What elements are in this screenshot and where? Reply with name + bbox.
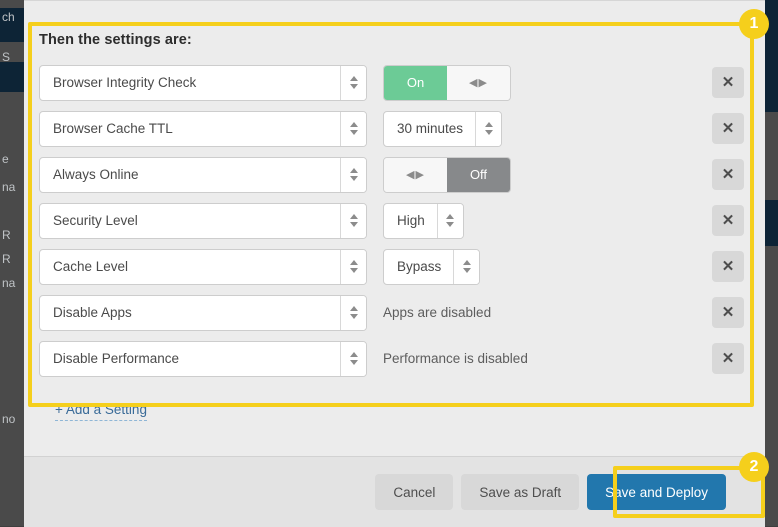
setting-toggle[interactable]: ◀▶ Off	[383, 156, 511, 193]
modal-footer: Cancel Save as Draft Save and Deploy	[24, 456, 765, 527]
stepper-arrows-icon[interactable]	[436, 203, 463, 238]
setting-value-text: Bypass	[397, 259, 442, 274]
cancel-button[interactable]: Cancel	[375, 474, 454, 510]
stepper-arrows-icon[interactable]	[340, 341, 366, 376]
setting-name-value: Cache Level	[53, 259, 129, 274]
setting-row: Security Level High ✕	[30, 202, 758, 239]
delete-setting-button[interactable]: ✕	[712, 113, 744, 144]
setting-row: Disable Performance Performance is disab…	[30, 340, 758, 377]
stepper-arrows-icon[interactable]	[340, 249, 366, 284]
nav-band	[765, 200, 778, 246]
setting-value-cell: High	[383, 202, 712, 239]
bg-nav-fragment: ch	[2, 10, 15, 24]
delete-setting-button[interactable]: ✕	[712, 205, 744, 236]
setting-status-text: Apps are disabled	[383, 305, 492, 320]
delete-setting-button[interactable]: ✕	[712, 67, 744, 98]
setting-name-value: Browser Cache TTL	[53, 121, 173, 136]
setting-value-cell: On ◀▶	[383, 64, 712, 101]
setting-name-select[interactable]: Always Online	[39, 156, 367, 193]
stepper-arrows-icon[interactable]	[453, 249, 480, 284]
setting-name-value: Always Online	[53, 167, 139, 182]
delete-setting-button[interactable]: ✕	[712, 159, 744, 190]
setting-name-select[interactable]: Cache Level	[39, 248, 367, 285]
annotation-badge-1: 1	[739, 9, 769, 39]
page-backdrop-right	[765, 0, 778, 526]
bg-nav-fragment: R	[2, 252, 11, 266]
delete-setting-button[interactable]: ✕	[712, 297, 744, 328]
bg-nav-fragment: no	[2, 412, 16, 426]
stepper-arrows-icon[interactable]	[340, 203, 366, 238]
delete-setting-button[interactable]: ✕	[712, 343, 744, 374]
save-and-deploy-button[interactable]: Save and Deploy	[587, 474, 726, 510]
setting-name-select[interactable]: Browser Cache TTL	[39, 110, 367, 147]
settings-panel: Then the settings are: Browser Integrity…	[30, 21, 758, 411]
setting-value-select[interactable]: Bypass	[383, 248, 481, 285]
add-setting-link[interactable]: + Add a Setting	[55, 402, 147, 421]
setting-name-select[interactable]: Disable Performance	[39, 340, 367, 377]
save-as-draft-button[interactable]: Save as Draft	[461, 474, 580, 510]
setting-value-select[interactable]: 30 minutes	[383, 110, 503, 147]
setting-toggle[interactable]: On ◀▶	[383, 64, 511, 101]
setting-status-text: Performance is disabled	[383, 351, 528, 366]
setting-name-value: Disable Apps	[53, 305, 132, 320]
setting-name-value: Disable Performance	[53, 351, 180, 366]
setting-value-cell: 30 minutes	[383, 110, 712, 147]
setting-value-cell: Performance is disabled	[383, 351, 712, 366]
setting-row: Browser Integrity Check On ◀▶ ✕	[30, 64, 758, 101]
setting-name-value: Browser Integrity Check	[53, 75, 197, 90]
setting-name-select[interactable]: Security Level	[39, 202, 367, 239]
toggle-handle[interactable]: ◀▶	[384, 157, 447, 192]
bg-nav-fragment: R	[2, 228, 11, 242]
setting-row: Browser Cache TTL 30 minutes ✕	[30, 110, 758, 147]
stepper-arrows-icon[interactable]	[340, 65, 366, 100]
nav-band	[0, 62, 24, 92]
stepper-arrows-icon[interactable]	[340, 295, 366, 330]
setting-value-cell: Apps are disabled	[383, 305, 712, 320]
page-backdrop-left: ch S e na R R na no	[0, 0, 24, 526]
setting-value-select[interactable]: High	[383, 202, 464, 239]
toggle-on-segment[interactable]: On	[384, 65, 447, 100]
setting-name-value: Security Level	[53, 213, 138, 228]
setting-row: Always Online ◀▶ Off ✕	[30, 156, 758, 193]
bg-nav-fragment: na	[2, 180, 16, 194]
setting-value-text: 30 minutes	[397, 121, 464, 136]
stepper-arrows-icon[interactable]	[340, 157, 366, 192]
bg-nav-fragment: S	[2, 50, 11, 64]
toggle-handle[interactable]: ◀▶	[447, 65, 510, 100]
settings-row-list: Browser Integrity Check On ◀▶ ✕ Browser	[30, 64, 758, 377]
toggle-off-segment[interactable]: Off	[447, 157, 510, 192]
panel-title: Then the settings are:	[39, 32, 192, 48]
annotation-badge-2: 2	[739, 452, 769, 482]
settings-modal: Then the settings are: Browser Integrity…	[24, 0, 765, 527]
stepper-arrows-icon[interactable]	[340, 111, 366, 146]
setting-value-cell: Bypass	[383, 248, 712, 285]
save-and-deploy-wrapper: Save and Deploy	[587, 474, 726, 510]
setting-value-text: High	[397, 213, 425, 228]
setting-name-select[interactable]: Disable Apps	[39, 294, 367, 331]
setting-value-cell: ◀▶ Off	[383, 156, 712, 193]
setting-row: Disable Apps Apps are disabled ✕	[30, 294, 758, 331]
setting-name-select[interactable]: Browser Integrity Check	[39, 64, 367, 101]
stepper-arrows-icon[interactable]	[475, 111, 502, 146]
modal-body: Then the settings are: Browser Integrity…	[24, 2, 765, 456]
delete-setting-button[interactable]: ✕	[712, 251, 744, 282]
bg-nav-fragment: na	[2, 276, 16, 290]
bg-nav-fragment: e	[2, 152, 9, 166]
setting-row: Cache Level Bypass ✕	[30, 248, 758, 285]
